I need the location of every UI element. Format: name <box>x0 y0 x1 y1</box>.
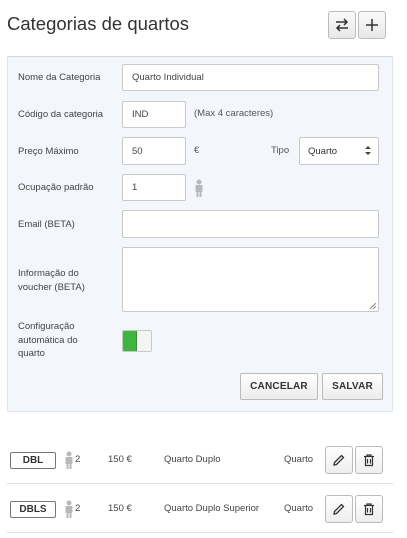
person-icon <box>65 451 73 469</box>
person-icon <box>65 500 73 518</box>
email-input[interactable] <box>122 210 379 238</box>
voucher-label: Informação do voucher (BETA) <box>18 268 85 293</box>
edit-button[interactable] <box>325 446 353 474</box>
trash-icon <box>364 503 374 516</box>
room-type: Quarto <box>284 454 314 465</box>
code-hint: (Max 4 caracteres) <box>194 108 274 119</box>
price-currency: € <box>194 145 200 156</box>
delete-button[interactable] <box>355 495 383 523</box>
swap-button[interactable] <box>328 11 356 39</box>
trash-icon <box>364 454 374 467</box>
price-label: Preço Máximo <box>18 146 79 157</box>
list-item: DBLS 2 150 € Quarto Duplo Superior Quart… <box>7 485 393 533</box>
page-header: Categorias de quartos <box>0 0 407 50</box>
room-name: Quarto Duplo Superior <box>164 503 260 514</box>
auto-config-label: Configuração automática do quarto <box>18 321 78 359</box>
room-occupancy: 2 <box>75 454 81 465</box>
category-form: Nome da Categoria Quarto Individual Códi… <box>7 56 393 412</box>
pencil-icon <box>333 503 345 515</box>
room-occupancy: 2 <box>75 503 81 514</box>
type-label: Tipo <box>271 145 290 156</box>
room-name: Quarto Duplo <box>164 454 221 465</box>
auto-config-toggle[interactable] <box>122 330 152 352</box>
delete-button[interactable] <box>355 446 383 474</box>
room-price: 150 € <box>108 454 132 465</box>
room-price: 150 € <box>108 503 132 514</box>
room-type: Quarto <box>284 503 314 514</box>
plus-icon <box>366 19 378 31</box>
occupancy-label: Ocupação padrão <box>18 182 94 193</box>
voucher-textarea[interactable] <box>122 247 379 312</box>
add-category-button[interactable] <box>358 11 386 39</box>
list-item: DBL 2 150 € Quarto Duplo Quarto <box>7 436 393 484</box>
save-button[interactable]: SALVAR <box>322 373 383 400</box>
price-input[interactable]: 50 <box>122 137 186 165</box>
select-arrows-icon <box>365 146 371 155</box>
name-label: Nome da Categoria <box>18 72 101 83</box>
code-input[interactable]: IND <box>122 101 186 128</box>
person-icon <box>195 179 203 197</box>
type-select[interactable]: Quarto <box>299 137 379 165</box>
toggle-on-knob <box>123 331 137 351</box>
pencil-icon <box>333 454 345 466</box>
edit-button[interactable] <box>325 495 353 523</box>
name-input[interactable]: Quarto Individual <box>122 64 379 91</box>
swap-arrows-icon <box>335 18 349 32</box>
room-code-badge: DBLS <box>10 501 56 518</box>
page-title: Categorias de quartos <box>7 13 190 34</box>
cancel-button[interactable]: CANCELAR <box>240 373 318 400</box>
type-select-value: Quarto <box>308 145 338 157</box>
code-label: Código da categoria <box>18 109 104 120</box>
occupancy-input[interactable]: 1 <box>122 174 186 201</box>
room-code-badge: DBL <box>10 452 56 469</box>
resize-grip-icon[interactable] <box>369 302 377 310</box>
email-label: Email (BETA) <box>18 219 75 230</box>
